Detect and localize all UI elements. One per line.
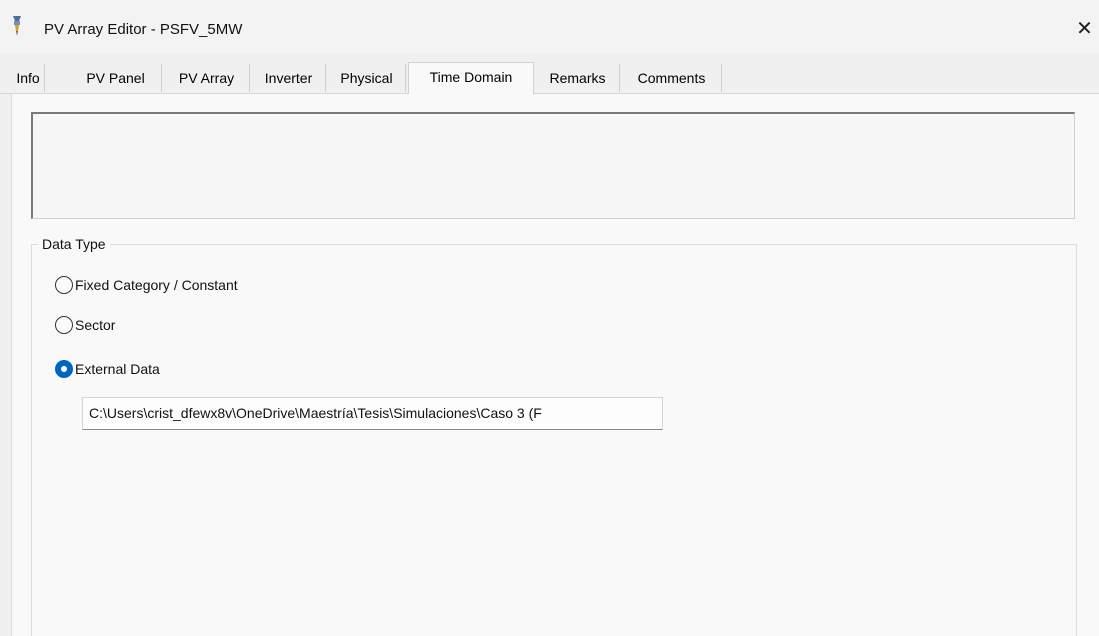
radio-label-sector: Sector bbox=[75, 317, 116, 333]
data-type-legend: Data Type bbox=[38, 236, 110, 253]
radio-fixed-category[interactable]: Fixed Category / Constant bbox=[55, 275, 238, 295]
pv-array-editor-icon bbox=[10, 15, 24, 37]
pv-array-editor-window: PV Array Editor - PSFV_5MW ✕ Info PV Pan… bbox=[0, 0, 1099, 636]
tab-strip: Info PV Panel PV Array Inverter Physical… bbox=[0, 62, 1099, 94]
radio-button-sector[interactable] bbox=[55, 316, 73, 334]
window-title: PV Array Editor - PSFV_5MW bbox=[44, 21, 243, 38]
radio-button-fixed-category[interactable] bbox=[55, 276, 73, 294]
external-data-path-button[interactable]: C:\Users\crist_dfewx8v\OneDrive\Maestría… bbox=[82, 397, 663, 430]
tab-pv-panel[interactable]: PV Panel bbox=[70, 64, 162, 92]
radio-sector[interactable]: Sector bbox=[55, 315, 115, 335]
tab-pv-array[interactable]: PV Array bbox=[164, 64, 250, 92]
title-bar: PV Array Editor - PSFV_5MW ✕ bbox=[0, 0, 1099, 54]
tab-inverter[interactable]: Inverter bbox=[252, 64, 326, 92]
close-icon[interactable]: ✕ bbox=[1070, 14, 1099, 44]
radio-label-fixed-category: Fixed Category / Constant bbox=[75, 277, 238, 293]
tab-comments[interactable]: Comments bbox=[622, 64, 722, 92]
data-type-group bbox=[31, 244, 1077, 636]
radio-button-external-data[interactable] bbox=[55, 360, 73, 378]
description-textbox[interactable] bbox=[31, 112, 1075, 219]
tab-info[interactable]: Info bbox=[12, 64, 45, 92]
tab-time-domain[interactable]: Time Domain bbox=[408, 62, 534, 94]
radio-label-external-data: External Data bbox=[75, 361, 160, 377]
tab-remarks[interactable]: Remarks bbox=[536, 64, 620, 92]
radio-external-data[interactable]: External Data bbox=[55, 359, 160, 379]
tab-physical[interactable]: Physical bbox=[328, 64, 406, 92]
